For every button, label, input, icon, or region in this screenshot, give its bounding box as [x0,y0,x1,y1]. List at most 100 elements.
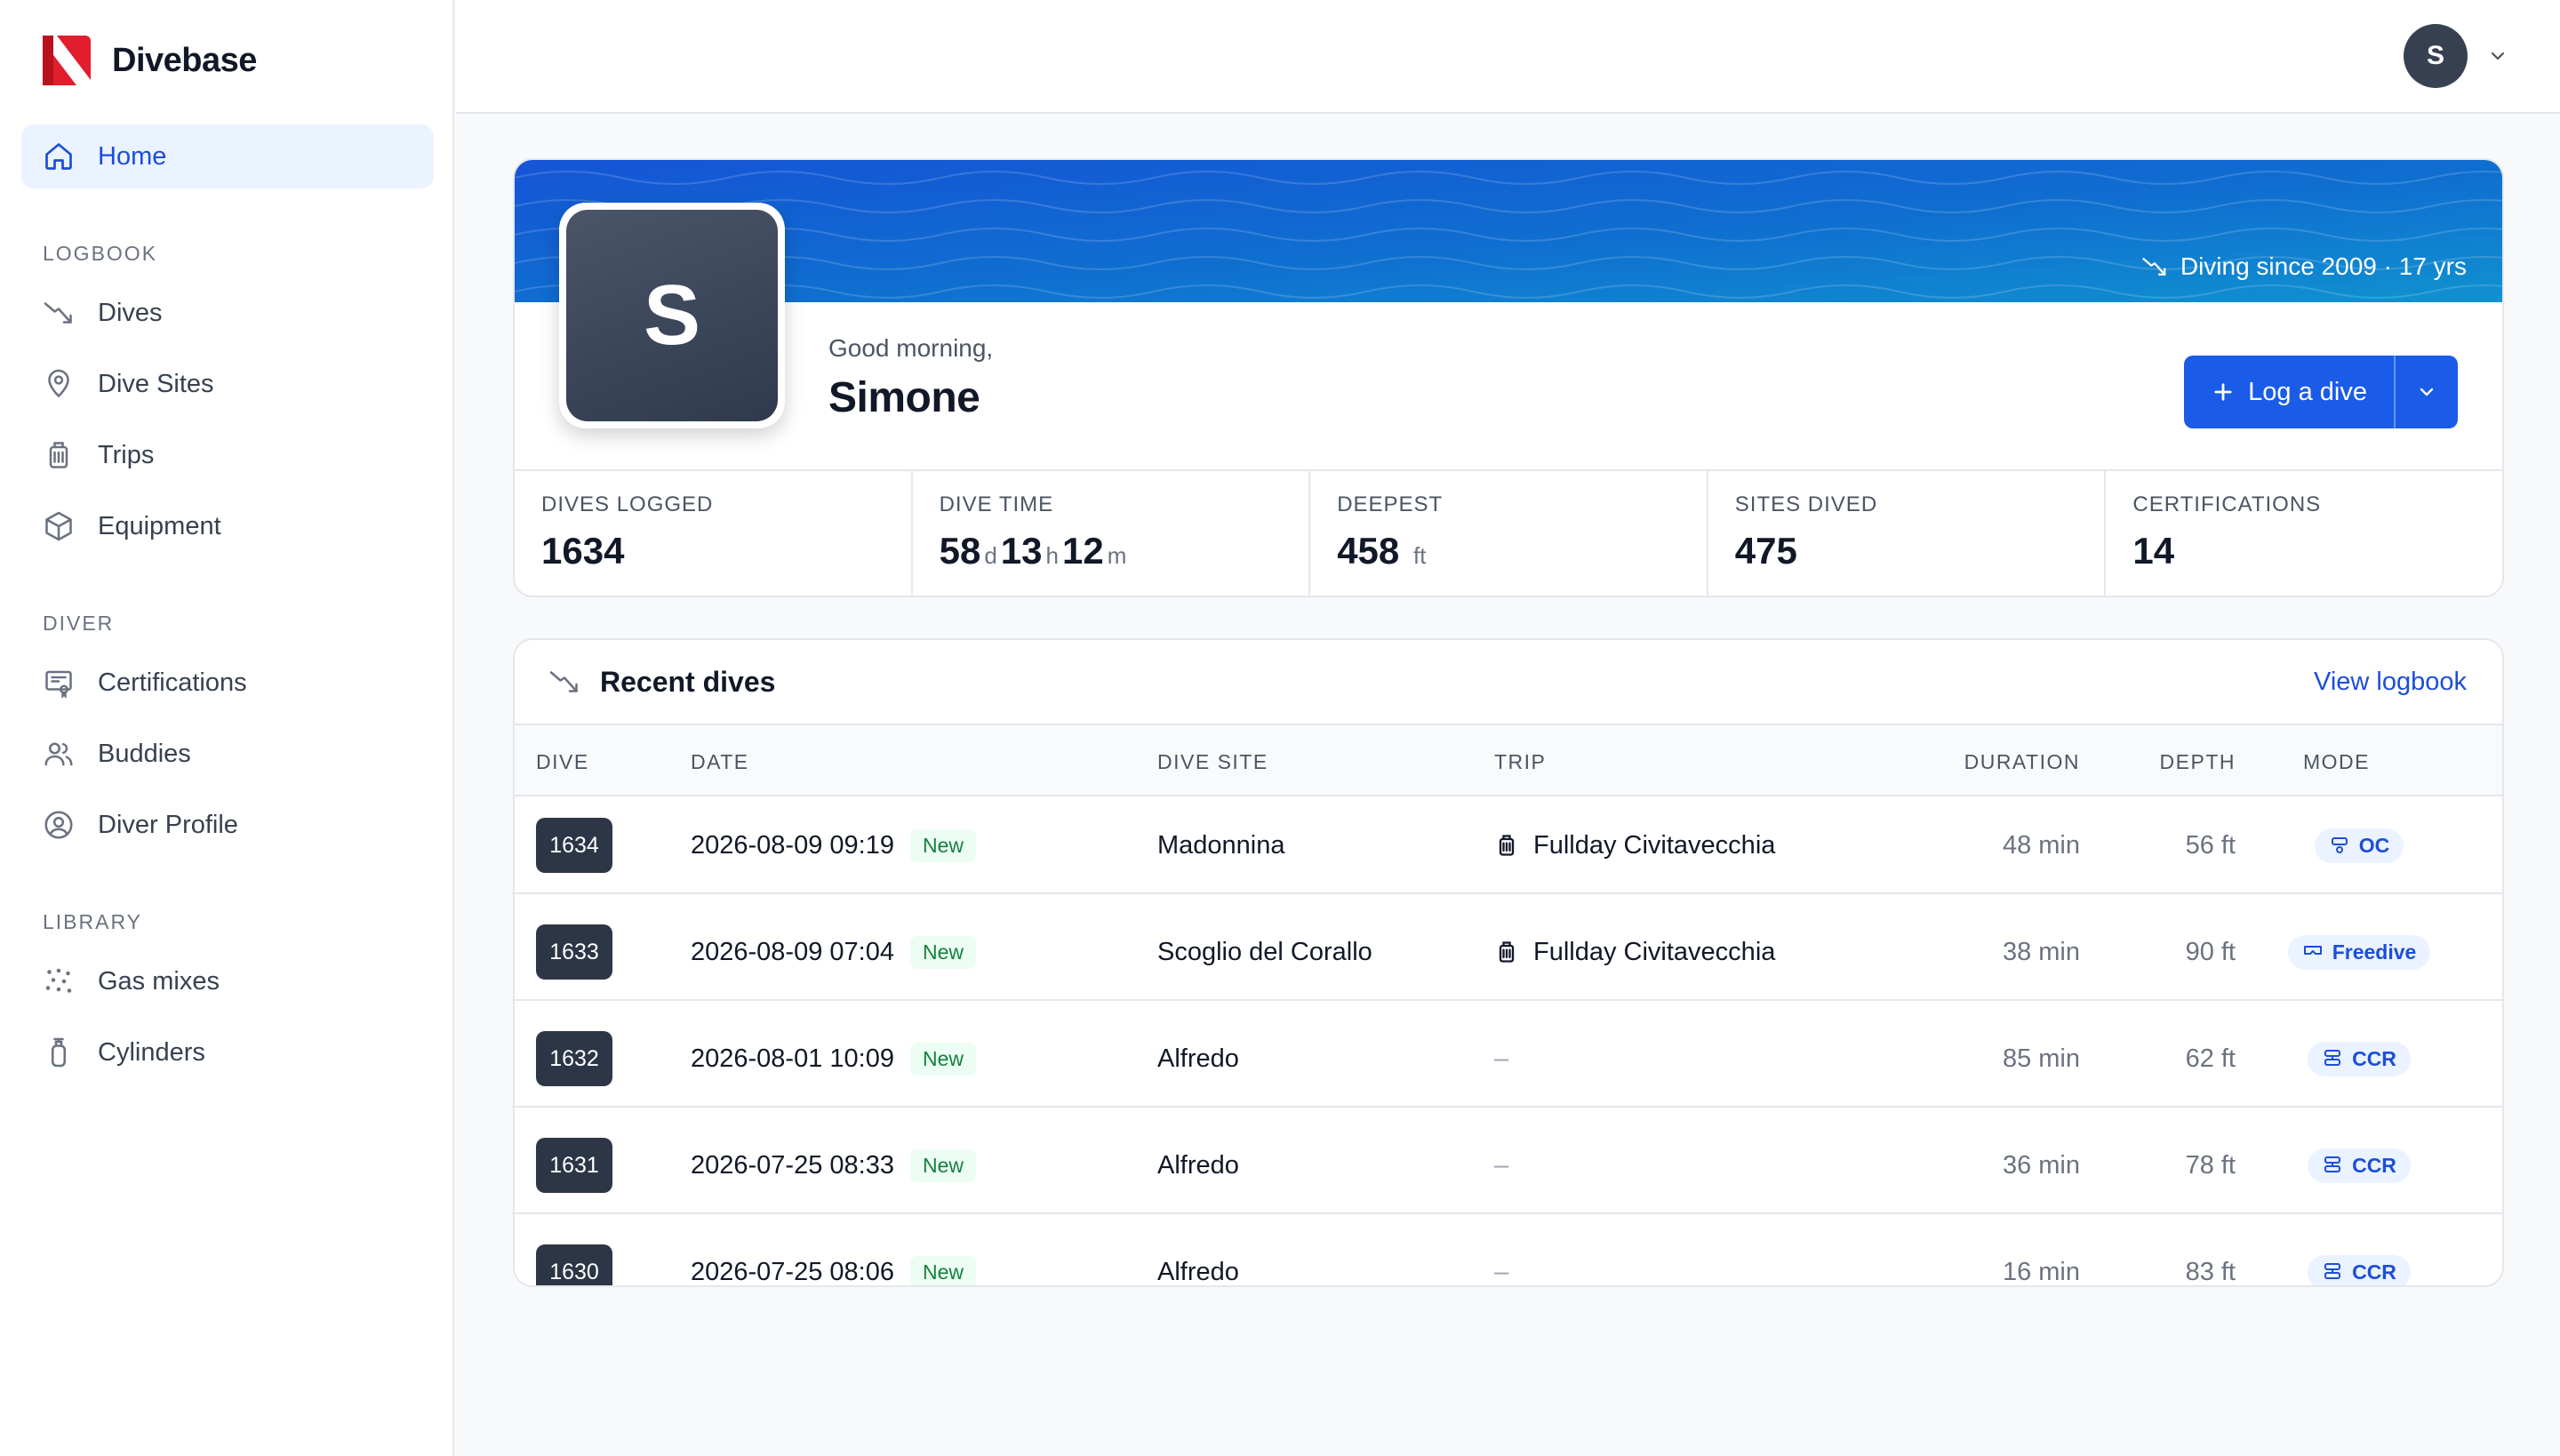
sidebar-item-gas-mixes[interactable]: Gas mixes [21,949,434,1013]
luggage-icon [43,439,75,471]
trip-cell: – [1494,1116,1508,1214]
user-circle-icon [43,809,75,841]
dive-site[interactable]: Alfredo [1157,1258,1239,1286]
stat-label: DIVE TIME [939,492,1054,516]
column-header-duration[interactable]: DURATION [1964,750,2080,774]
column-header-date[interactable]: DATE [691,750,749,774]
dive-time-minutes: 12 [1061,530,1104,572]
table-row[interactable]: 1632 2026-08-01 10:09 New Alfredo – 85 min 62 … [515,1010,2502,1108]
view-logbook-link[interactable]: View logbook [2314,668,2467,697]
table-row[interactable]: 1631 2026-07-25 08:33 New Alfredo – 36 min 78 … [515,1116,2502,1214]
table-row[interactable]: 1633 2026-08-09 07:04 New Scoglio del Coral… [515,903,2502,1001]
user-menu[interactable]: S [2404,24,2508,88]
log-dive-dropdown-button[interactable] [2394,356,2458,428]
sidebar-item-equipment[interactable]: Equipment [21,494,434,558]
log-dive-button[interactable]: Log a dive [2184,356,2394,428]
map-pin-icon [43,368,75,400]
stat-sites-dived: SITES DIVED 475 [1706,471,2105,596]
table-row[interactable]: 1634 2026-08-09 09:19 New Madonnina Fullday … [515,796,2502,894]
sidebar-item-home[interactable]: Home [21,124,434,188]
sidebar-item-trips[interactable]: Trips [21,423,434,487]
sidebar-item-cylinders[interactable]: Cylinders [21,1020,434,1084]
greeting: Good morning, [828,334,994,362]
table-row[interactable]: 1630 2026-07-25 08:06 New Alfredo – 16 min 83 … [515,1223,2502,1286]
stat-value: 1634 [541,530,625,572]
recent-dives-title-text: Recent dives [600,665,776,698]
dive-duration: 38 min [2002,937,2080,966]
new-badge: New [909,1148,976,1182]
dive-duration: 36 min [2002,1150,2080,1180]
dive-site[interactable]: Madonnina [1157,831,1285,860]
brand[interactable]: Divebase [43,36,257,85]
column-header-dive-site[interactable]: DIVE SITE [1157,750,1268,774]
rebreather-icon [2324,1263,2341,1279]
duration-cell: 48 min [2003,796,2080,894]
dive-date: 2026-08-09 07:04 [691,937,894,966]
sidebar-item-dive-sites[interactable]: Dive Sites [21,352,434,416]
trip-cell: Fullday Civitavecchia [1494,796,1775,894]
trip-name: – [1494,1044,1509,1073]
cylinder-icon [43,1036,75,1068]
dive-time-hours: 13 [1000,530,1043,572]
date-cell: 2026-07-25 08:06 New [691,1223,976,1286]
date-cell: 2026-07-25 08:33 New [691,1116,976,1214]
depth-cell: 62 ft [2186,1010,2236,1108]
rebreather-icon [2324,1050,2341,1066]
column-header-dive[interactable]: DIVE [536,750,589,774]
sidebar-item-buddies[interactable]: Buddies [21,722,434,786]
box-icon [43,510,75,542]
dive-number-badge[interactable]: 1631 [536,1138,612,1193]
dive-trend-icon [2142,258,2166,276]
date-cell: 2026-08-09 07:04 New [691,903,976,1001]
column-header-mode[interactable]: MODE [2303,750,2370,774]
avatar[interactable]: S [2404,24,2468,88]
dive-cell: 1634 [536,796,612,894]
recent-dives-title: Recent dives [548,666,775,699]
dive-number-badge[interactable]: 1630 [536,1244,612,1285]
dive-date: 2026-08-01 10:09 [691,1044,894,1073]
stat-value: 58 d13 h12 m [940,530,1309,572]
mode-cell: Freedive [2259,903,2460,1001]
sidebar-item-dives[interactable]: Dives [21,281,434,345]
dive-site[interactable]: Alfredo [1157,1151,1239,1180]
dive-site[interactable]: Alfredo [1157,1044,1239,1074]
duration-cell: 16 min [2003,1223,2080,1286]
dive-date: 2026-07-25 08:06 [691,1257,894,1286]
dive-number-badge[interactable]: 1632 [536,1031,612,1086]
dive-depth: 90 ft [2185,937,2236,966]
stat-dive-time: DIVE TIME 58 d13 h12 m [910,471,1309,596]
mode-badge: CCR [2308,1254,2411,1285]
stat-value: 14 [2132,530,2175,572]
dive-cell: 1633 [536,903,612,1001]
recent-dives-card: Recent dives View logbook DIVE DATE DIVE… [513,638,2504,1287]
app-name: Divebase [112,41,257,79]
dive-depth: 83 ft [2185,1257,2236,1286]
trip-cell: – [1494,1223,1508,1286]
column-header-depth[interactable]: DEPTH [2160,750,2236,774]
depth-cell: 78 ft [2186,1116,2236,1214]
users-icon [43,738,75,770]
mode-label: CCR [2352,1153,2396,1177]
depth-cell: 56 ft [2186,796,2236,894]
date-cell: 2026-08-01 10:09 New [691,1010,976,1108]
dive-depth: 62 ft [2185,1044,2236,1073]
column-header-trip[interactable]: TRIP [1494,750,1546,774]
bubbles-icon [43,965,75,997]
sidebar-item-diver-profile[interactable]: Diver Profile [21,793,434,857]
dive-date: 2026-08-09 09:19 [691,830,894,860]
mode-label: CCR [2352,1046,2396,1070]
deepest-value: 458 [1337,530,1400,572]
dive-number-badge[interactable]: 1633 [536,924,612,980]
chevron-down-icon[interactable] [2487,45,2508,67]
depth-cell: 90 ft [2186,903,2236,1001]
trip-name[interactable]: Fullday Civitavecchia [1533,938,1775,967]
dive-site[interactable]: Scoglio del Corallo [1157,938,1372,967]
dive-number-badge[interactable]: 1634 [536,818,612,873]
sidebar-item-label: Equipment [98,511,221,540]
stats-row: DIVES LOGGED 1634 DIVE TIME 58 d13 h12 m DE… [515,469,2502,596]
trip-name: – [1494,1150,1509,1180]
mode-cell: CCR [2259,1223,2460,1285]
stat-dives-logged: DIVES LOGGED 1634 [515,471,911,596]
sidebar-item-certifications[interactable]: Certifications [21,651,434,715]
trip-name[interactable]: Fullday Civitavecchia [1533,831,1775,860]
